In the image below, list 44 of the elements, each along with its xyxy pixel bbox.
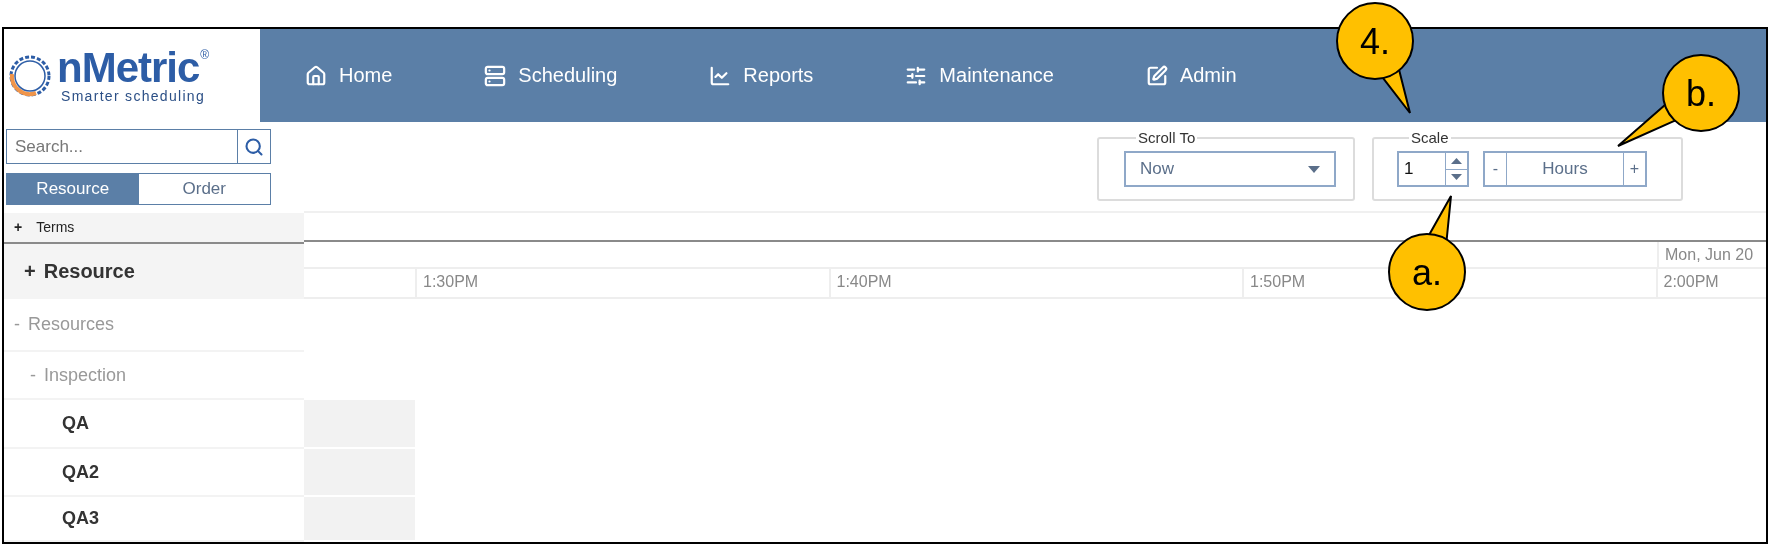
stacked-bars-icon xyxy=(484,64,507,87)
group-legend: Scale xyxy=(1409,129,1451,146)
tree-label: QA xyxy=(62,413,89,434)
logo-tagline: Smarter scheduling xyxy=(61,87,205,104)
search-icon xyxy=(244,136,264,157)
time-header: 1:30PM xyxy=(415,269,829,297)
time-header: 2:00PM xyxy=(1655,269,1766,297)
edit-icon xyxy=(1145,64,1168,87)
view-tab[interactable]: Resource xyxy=(7,174,139,204)
nav-link[interactable]: Scheduling xyxy=(484,64,618,87)
expand-toggle[interactable]: + xyxy=(14,219,23,236)
group-legend: Scroll To xyxy=(1136,129,1198,146)
expand-toggle[interactable]: + xyxy=(24,259,36,283)
scroll-to-select[interactable]: Now xyxy=(1124,151,1336,187)
sliders-icon xyxy=(905,64,928,87)
tree-label: QA3 xyxy=(62,508,99,529)
resource-heading: Resource xyxy=(43,259,135,283)
tree-row[interactable]: - Resources xyxy=(4,299,304,352)
time-header: 1:40PM xyxy=(828,269,1242,297)
terms-row[interactable]: + Terms xyxy=(4,212,304,242)
home-icon xyxy=(305,64,327,87)
caret-icon xyxy=(1308,165,1320,173)
search-button[interactable] xyxy=(237,129,271,164)
resource-header[interactable]: + Resource xyxy=(4,243,304,299)
nav-link[interactable]: Maintenance xyxy=(905,64,1054,87)
collapse-toggle[interactable]: - xyxy=(30,364,36,386)
logo-wordmark: nMetric xyxy=(57,47,200,88)
line-chart-icon xyxy=(709,64,732,87)
search-field[interactable]: Search... xyxy=(6,129,237,164)
nav-link[interactable]: Admin xyxy=(1145,64,1237,87)
down-arrow-icon xyxy=(1451,174,1462,181)
registered-mark: ® xyxy=(200,47,210,62)
terms-label: Terms xyxy=(36,219,75,236)
tree-label: Inspection xyxy=(44,364,127,386)
collapse-toggle[interactable]: - xyxy=(14,314,20,335)
date-header: Mon, Jun 20 xyxy=(1657,242,1754,267)
scale-unit: Hours xyxy=(1541,158,1589,180)
scale-number-field[interactable]: 1 xyxy=(1397,151,1469,187)
tree-label: QA2 xyxy=(62,461,99,483)
nav-link[interactable]: Reports xyxy=(709,64,814,87)
up-arrow-icon xyxy=(1451,157,1462,164)
tree-row[interactable]: - Inspection xyxy=(4,352,304,400)
tree-label: Resources xyxy=(28,314,115,335)
nav-link[interactable]: Home xyxy=(305,64,393,87)
